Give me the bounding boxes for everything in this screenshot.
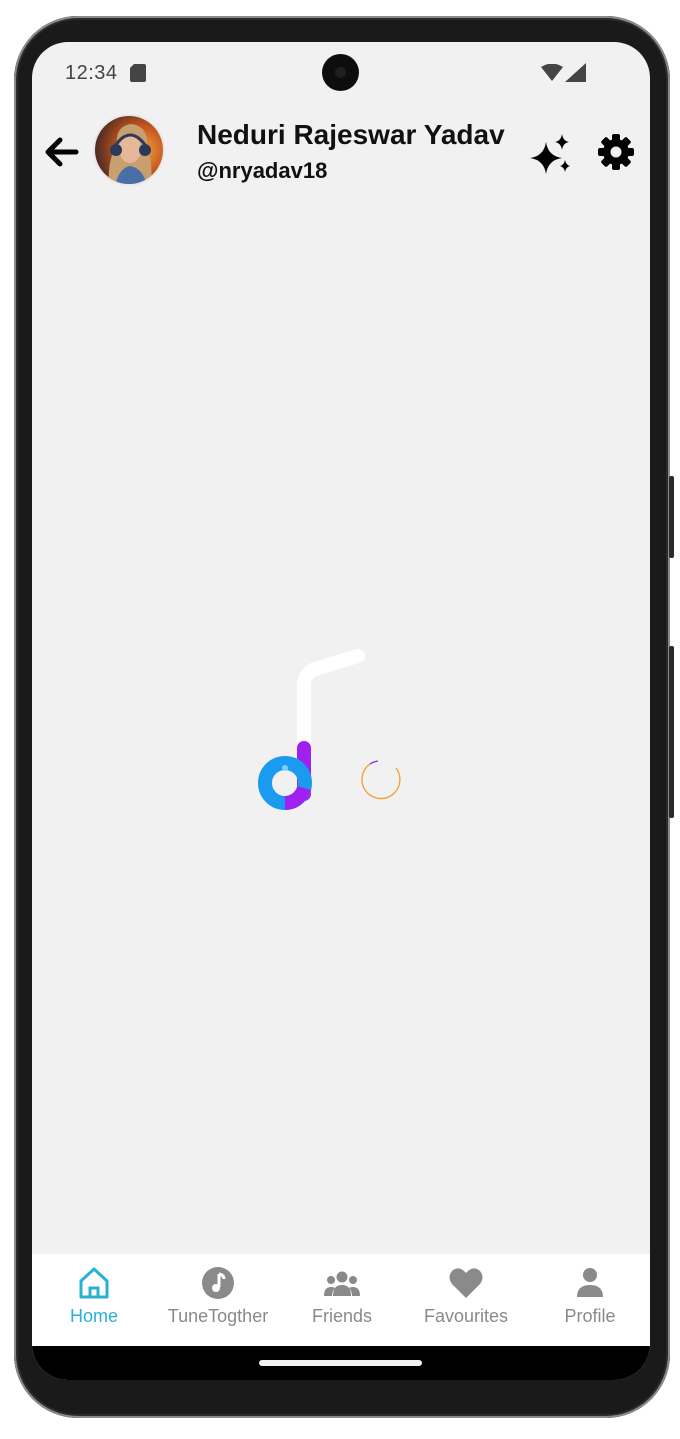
status-time: 12:34 [65, 62, 118, 84]
cell-signal-icon [565, 63, 586, 82]
heart-icon [449, 1268, 483, 1298]
user-name: Neduri Rajeswar Yadav [197, 119, 505, 150]
gesture-nav-bar [32, 1346, 650, 1380]
sparkle-icon[interactable] [529, 130, 575, 176]
users-icon [324, 1271, 360, 1296]
app-screen: 12:34 Neduri Rajeswar Yadav @nryadav18 H… [32, 42, 650, 1380]
home-icon [79, 1267, 109, 1299]
user-handle: @nryadav18 [197, 158, 328, 183]
wifi-icon [541, 64, 563, 81]
power-button [669, 476, 674, 558]
nav-item-profile[interactable]: Profile [528, 1254, 650, 1346]
avatar[interactable] [93, 114, 165, 186]
avatar-portrait [95, 116, 163, 184]
music-note-loader-icon [258, 649, 365, 810]
nav-item-favourites[interactable]: Favourites [404, 1254, 528, 1346]
nav-label-profile: Profile [564, 1306, 616, 1326]
sd-card-icon [130, 64, 146, 82]
nav-item-tunetogther[interactable]: TuneTogther [156, 1254, 280, 1346]
person-icon [577, 1268, 603, 1297]
nav-item-friends[interactable]: Friends [280, 1254, 404, 1346]
status-bar: 12:34 [32, 42, 650, 104]
nav-label-home: Home [69, 1306, 118, 1326]
nav-item-home[interactable]: Home [32, 1254, 156, 1346]
nav-label-favourites: Favourites [423, 1306, 509, 1326]
bottom-nav: Home TuneTogther Friends Favourites Prof… [32, 1254, 650, 1346]
front-camera [322, 54, 359, 91]
home-indicator[interactable] [259, 1360, 422, 1366]
music-note-icon [202, 1267, 234, 1299]
gear-icon[interactable] [596, 132, 636, 172]
volume-button [669, 646, 674, 818]
nav-label-friends: Friends [311, 1306, 373, 1326]
profile-header: Neduri Rajeswar Yadav @nryadav18 [32, 104, 650, 194]
loading-spinner-icon [361, 760, 401, 800]
nav-label-tunetogther: TuneTogther [167, 1306, 269, 1326]
back-arrow-icon[interactable] [44, 134, 80, 170]
